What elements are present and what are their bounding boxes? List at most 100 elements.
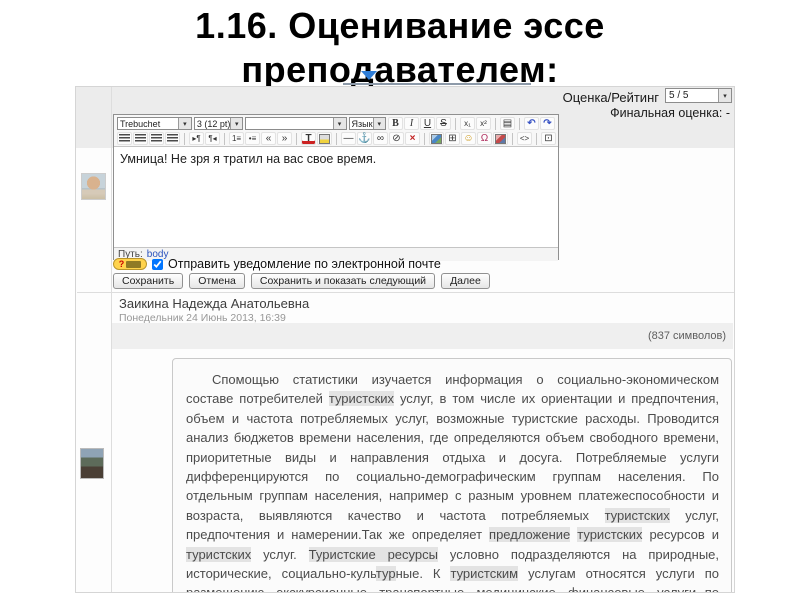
slide: 1.16. Оценивание эссе преподавателем: Оц…	[0, 0, 800, 600]
language-value: Язык	[351, 118, 373, 129]
ltr-icon[interactable]: ▸¶	[189, 132, 204, 145]
bg-color-icon[interactable]	[317, 132, 332, 145]
smiley-icon[interactable]: ☺	[461, 132, 476, 145]
fullscreen-icon[interactable]: ⊡	[541, 132, 556, 145]
clean-word-html-icon[interactable]: ▤	[500, 117, 515, 130]
feedback-textarea[interactable]: Умница! Не зря я тратил на вас свое врем…	[114, 147, 558, 247]
highlighted-term: туристских	[328, 391, 395, 407]
italic-icon[interactable]: I	[404, 117, 419, 130]
indent-icon[interactable]: »	[277, 132, 292, 145]
essay-text-segment: услуг, в том числе их ориентации и предп…	[186, 391, 719, 523]
toolbar-separator	[455, 117, 456, 130]
chevron-down-icon: ▾	[230, 118, 243, 129]
question-mark-icon: ?	[118, 258, 125, 269]
bullet-list-icon[interactable]: •≡	[245, 132, 260, 145]
highlighted-term: туристских	[604, 507, 670, 523]
feedback-text: Умница! Не зря я тратил на вас свое врем…	[120, 152, 377, 166]
chevron-down-icon: ▾	[332, 118, 346, 129]
essay-text-segment: ресурсов и	[642, 527, 720, 543]
image-icon[interactable]	[429, 132, 444, 145]
toolbar-separator	[224, 132, 225, 145]
arrow-down-icon	[361, 71, 377, 80]
media-icon[interactable]	[493, 132, 508, 145]
toolbar-separator	[184, 132, 185, 145]
next-button[interactable]: Далее	[441, 273, 490, 289]
toolbar-separator	[519, 117, 520, 130]
link-icon[interactable]: ∞	[373, 132, 388, 145]
email-notify-label: Отправить уведомление по электронной поч…	[168, 257, 441, 271]
highlighted-term: тур	[375, 566, 396, 582]
subscript-icon[interactable]: x₁	[460, 117, 475, 130]
superscript-icon[interactable]: x²	[476, 117, 491, 130]
editor-toolbar: Trebuchet ▾ 3 (12 pt) ▾ ▾ Язык ▾ B I U S…	[114, 115, 558, 147]
chevron-down-icon: ▾	[372, 118, 385, 129]
essay-text-segment: ные. К	[395, 566, 451, 582]
font-family-value: Trebuchet	[120, 118, 161, 129]
help-icon[interactable]: ?	[113, 258, 147, 270]
align-center-icon[interactable]	[133, 132, 148, 145]
final-grade-label: Финальная оценка: -	[610, 106, 730, 120]
email-notify-checkbox[interactable]	[152, 258, 163, 270]
char-count: (837 символов)	[647, 330, 726, 342]
align-right-icon[interactable]	[149, 132, 164, 145]
highlighted-term: Туристские ресурсы	[308, 546, 438, 562]
bold-icon[interactable]: B	[388, 117, 403, 130]
table-icon[interactable]: ⊞	[445, 132, 460, 145]
align-left-icon[interactable]	[117, 132, 132, 145]
underline-icon[interactable]: U	[420, 117, 435, 130]
paragraph-style-select[interactable]: ▾	[245, 117, 347, 130]
language-select[interactable]: Язык ▾	[348, 117, 386, 130]
moodle-screenshot: Оценка/Рейтинг 5 / 5 ▾ Финальная оценка:…	[75, 86, 735, 593]
html-editor: Trebuchet ▾ 3 (12 pt) ▾ ▾ Язык ▾ B I U S…	[113, 114, 559, 261]
rtl-icon[interactable]: ¶◂	[205, 132, 220, 145]
source-icon[interactable]: <>	[517, 132, 532, 145]
charmap-icon[interactable]: Ω	[477, 132, 492, 145]
redo-icon[interactable]: ↷	[540, 117, 555, 130]
action-buttons: Сохранить Отмена Сохранить и показать сл…	[113, 273, 490, 289]
text-color-icon[interactable]: T	[301, 132, 316, 145]
highlighted-term: предложение	[489, 527, 571, 543]
outdent-icon[interactable]: «	[261, 132, 276, 145]
anchor-icon[interactable]: ⚓	[357, 132, 372, 145]
save-and-show-next-button[interactable]: Сохранить и показать следующий	[250, 273, 436, 289]
font-size-value: 3 (12 pt)	[196, 118, 231, 129]
hr-icon[interactable]: —	[341, 132, 356, 145]
font-size-select[interactable]: 3 (12 pt) ▾	[193, 117, 244, 130]
essay-text-segment: услуг.	[251, 546, 309, 562]
align-justify-icon[interactable]	[165, 132, 180, 145]
toolbar-separator	[512, 132, 513, 145]
toolbar-separator	[424, 132, 425, 145]
essay-text: Спомощью статистики изучается информация…	[186, 370, 720, 592]
section-divider	[77, 292, 734, 293]
grade-select-value: 5 / 5	[669, 90, 689, 101]
student-avatar[interactable]	[80, 448, 104, 479]
slide-title: 1.16. Оценивание эссе преподавателем:	[0, 4, 800, 92]
font-family-select[interactable]: Trebuchet ▾	[117, 117, 192, 130]
grade-label: Оценка/Рейтинг	[562, 90, 659, 105]
toolbar-separator	[495, 117, 496, 130]
essay-box: Спомощью статистики изучается информация…	[172, 358, 732, 592]
toolbar-row-2: ▸¶ ¶◂ 1≡ •≡ «» T — ⚓ ∞ ⊘ × ⊞ ☺ Ω <> ⊡	[117, 131, 556, 146]
char-count-band: (837 символов)	[112, 323, 733, 349]
toolbar-separator	[296, 132, 297, 145]
strikethrough-icon[interactable]: S	[436, 117, 451, 130]
highlighted-term: туристских	[577, 527, 643, 543]
toolbar-separator	[336, 132, 337, 145]
teacher-avatar[interactable]	[81, 173, 106, 200]
grade-select[interactable]: 5 / 5 ▾	[665, 88, 732, 103]
student-name: Заикина Надежда Анатольевна	[119, 296, 310, 311]
chevron-down-icon: ▾	[177, 118, 191, 129]
undo-icon[interactable]: ↶	[524, 117, 539, 130]
save-button[interactable]: Сохранить	[113, 273, 184, 289]
toolbar-row2-buttons: ▸¶ ¶◂ 1≡ •≡ «» T — ⚓ ∞ ⊘ × ⊞ ☺ Ω <> ⊡	[117, 132, 556, 145]
notify-row: ? Отправить уведомление по электронной п…	[113, 257, 441, 271]
cancel-button[interactable]: Отмена	[189, 273, 245, 289]
nolink-icon[interactable]: ×	[405, 132, 420, 145]
ordered-list-icon[interactable]: 1≡	[229, 132, 244, 145]
toolbar-row1-buttons: B I U Sx₁ x² ▤ ↶ ↷	[388, 117, 555, 130]
toolbar-row-1: Trebuchet ▾ 3 (12 pt) ▾ ▾ Язык ▾ B I U S…	[117, 116, 555, 131]
help-badge-decoration	[126, 260, 142, 268]
unlink-icon[interactable]: ⊘	[389, 132, 404, 145]
highlighted-term: туристским	[450, 566, 519, 582]
highlighted-term: туристских	[186, 546, 252, 562]
